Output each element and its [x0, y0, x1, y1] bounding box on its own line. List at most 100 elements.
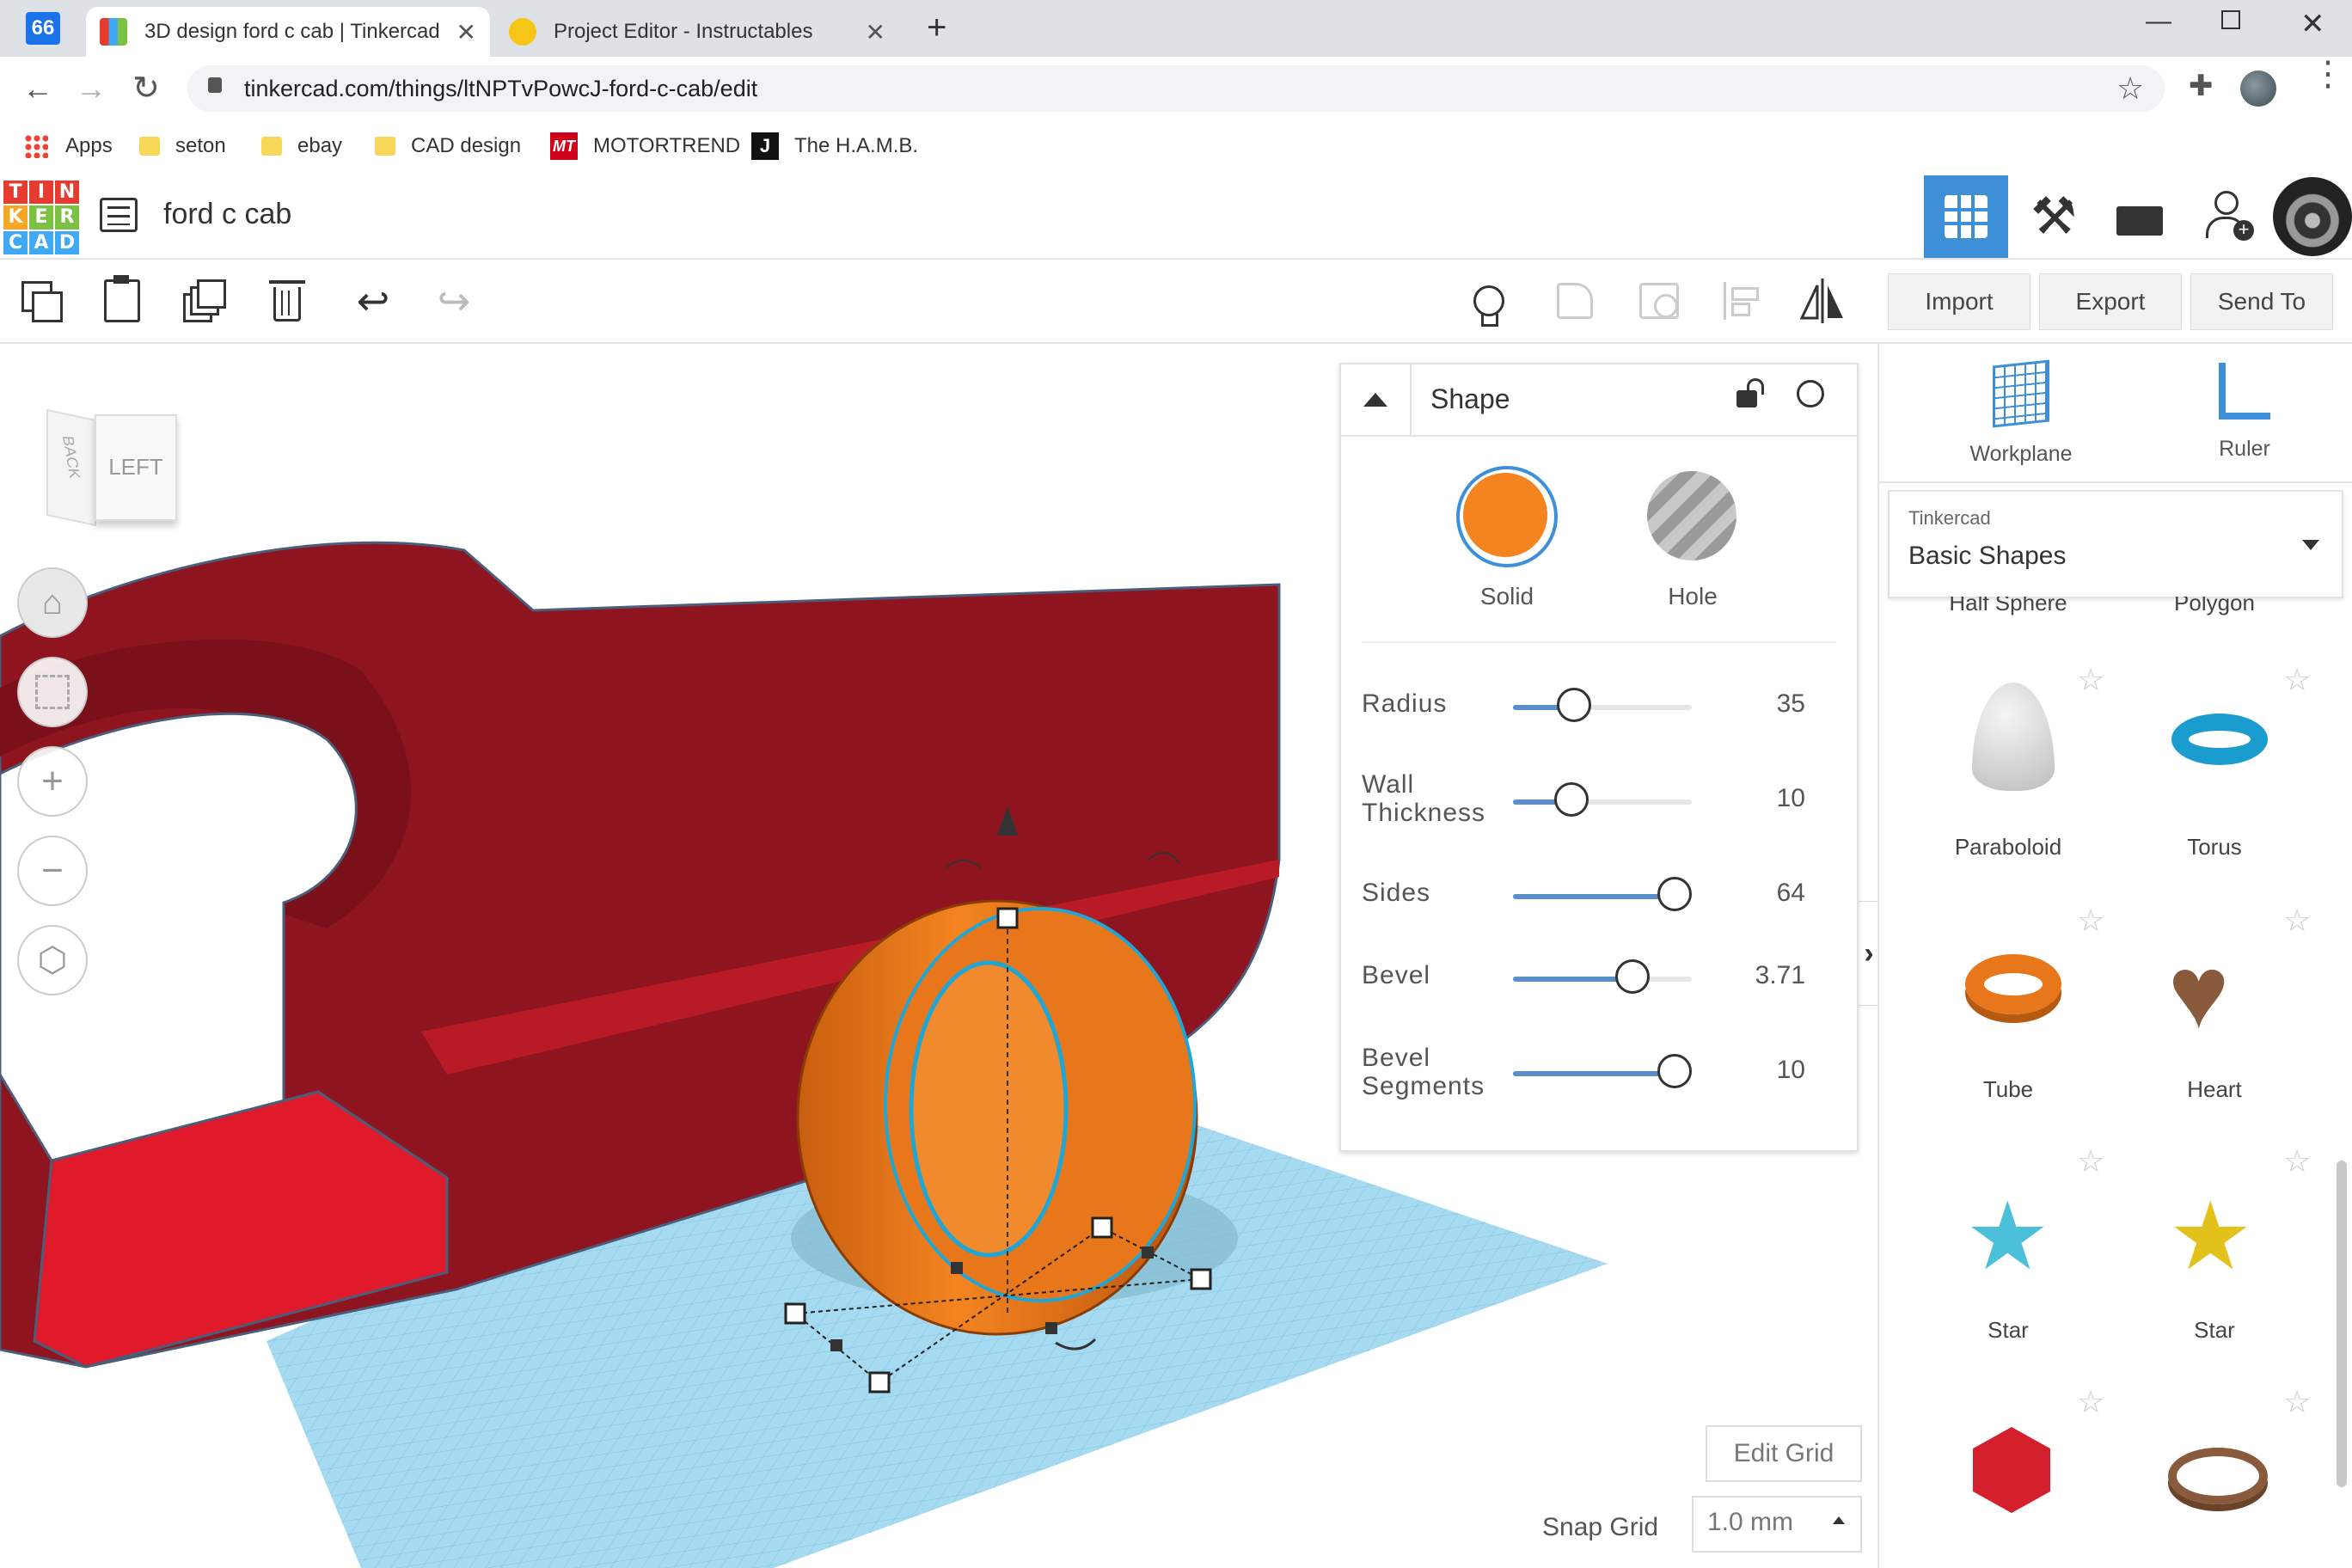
- wall-thickness-slider[interactable]: [1513, 782, 1692, 817]
- favorite-star-icon[interactable]: ☆: [2077, 1384, 2104, 1420]
- bookmark-star-icon[interactable]: ☆: [2116, 70, 2144, 107]
- import-button[interactable]: Import: [1888, 273, 2030, 330]
- shape-polygon[interactable]: Polygon: [2120, 597, 2309, 616]
- home-view-button[interactable]: ⌂: [17, 567, 88, 638]
- zoom-in-button[interactable]: +: [17, 746, 88, 817]
- torus-thumbnail[interactable]: [2171, 714, 2278, 775]
- close-tab-icon[interactable]: ✕: [456, 18, 476, 46]
- delete-trash-icon[interactable]: [260, 273, 315, 328]
- design-title[interactable]: ford c cab: [163, 198, 291, 231]
- bricks-icon[interactable]: [2098, 175, 2182, 258]
- hole-swatch[interactable]: [1647, 471, 1736, 560]
- codeblocks-pickaxe-icon[interactable]: ⚒: [2012, 175, 2096, 258]
- bookmark-motortrend[interactable]: MT MOTORTREND: [550, 129, 740, 163]
- close-tab-icon[interactable]: ✕: [866, 18, 885, 46]
- omnibox[interactable]: tinkercad.com/things/ltNPTvPowcJ-ford-c-…: [187, 65, 2165, 112]
- restore-icon[interactable]: [2221, 10, 2240, 29]
- align-icon[interactable]: [1714, 273, 1769, 328]
- extensions-puzzle-icon[interactable]: ✚: [2189, 69, 2214, 103]
- copy-icon[interactable]: [14, 273, 69, 328]
- ring-thumbnail[interactable]: [2168, 1448, 2271, 1516]
- wall-thickness-value[interactable]: 10: [1777, 784, 1805, 813]
- workplane-button[interactable]: Workplane: [1931, 359, 2111, 473]
- bookmark-cad-design[interactable]: CAD design: [375, 129, 521, 163]
- paraboloid-thumbnail[interactable]: [1970, 683, 2056, 803]
- radius-slider[interactable]: [1513, 688, 1692, 722]
- shapes-scroll-area[interactable]: Half Sphere Polygon ☆ ☆ Paraboloid Torus…: [1879, 597, 2343, 1568]
- shape-heart[interactable]: Heart: [2120, 1076, 2309, 1103]
- perspective-button[interactable]: ⬡: [17, 925, 88, 995]
- send-to-button[interactable]: Send To: [2190, 273, 2333, 330]
- tube-thumbnail[interactable]: [1965, 954, 2065, 1032]
- slider-knob[interactable]: [1557, 688, 1592, 722]
- slider-knob[interactable]: [1553, 782, 1589, 817]
- favorite-star-icon[interactable]: ☆: [2283, 1384, 2311, 1420]
- cube-face-left[interactable]: LEFT: [95, 414, 177, 521]
- 3d-design-view-button[interactable]: [1924, 175, 2008, 258]
- redo-icon[interactable]: ↪: [426, 273, 481, 328]
- fit-view-button[interactable]: [17, 657, 88, 727]
- shape-star[interactable]: Star: [1914, 1317, 2103, 1344]
- slider-knob[interactable]: [1657, 877, 1692, 911]
- tab-instructables[interactable]: Project Editor - Instructables ✕: [495, 7, 899, 57]
- slider-knob[interactable]: [1615, 959, 1651, 994]
- icosahedron-thumbnail[interactable]: [1969, 1427, 2063, 1522]
- close-window-icon[interactable]: ✕: [2300, 7, 2325, 41]
- notes-lightbulb-icon[interactable]: [1461, 273, 1516, 328]
- collapse-panel-button[interactable]: ›: [1857, 901, 1877, 1006]
- undo-icon[interactable]: ↩: [346, 273, 401, 328]
- cube-face-back[interactable]: BACK: [46, 408, 96, 527]
- shape-torus[interactable]: Torus: [2120, 834, 2309, 861]
- zoom-out-button[interactable]: −: [17, 836, 88, 906]
- view-cube[interactable]: BACK LEFT: [46, 401, 177, 530]
- user-avatar[interactable]: [2273, 177, 2352, 256]
- radius-value[interactable]: 35: [1777, 689, 1805, 719]
- lock-open-icon[interactable]: [1736, 378, 1764, 407]
- bevel-slider[interactable]: [1513, 959, 1692, 994]
- favorite-star-icon[interactable]: ☆: [2283, 662, 2311, 698]
- favorite-star-icon[interactable]: ☆: [2077, 903, 2104, 939]
- extension-badge[interactable]: 66: [26, 12, 60, 45]
- paste-icon[interactable]: [95, 273, 150, 328]
- sides-value[interactable]: 64: [1777, 879, 1805, 908]
- group-icon[interactable]: [1547, 273, 1602, 328]
- solid-color-swatch[interactable]: [1456, 466, 1558, 567]
- shape-star[interactable]: Star: [2120, 1317, 2309, 1344]
- shape-paraboloid[interactable]: Paraboloid: [1914, 834, 2103, 861]
- ruler-button[interactable]: Ruler: [2154, 363, 2335, 473]
- bookmark-apps[interactable]: Apps: [24, 129, 113, 163]
- favorite-star-icon[interactable]: ☆: [2283, 1143, 2311, 1179]
- star-yellow-thumbnail[interactable]: ★: [2168, 1190, 2271, 1284]
- slider-knob[interactable]: [1657, 1054, 1692, 1088]
- bookmark-ebay[interactable]: ebay: [261, 129, 342, 163]
- forward-arrow-icon[interactable]: →: [76, 70, 107, 107]
- minimize-icon[interactable]: —: [2146, 7, 2171, 36]
- bevel-segments-value[interactable]: 10: [1777, 1056, 1805, 1085]
- library-select[interactable]: Tinkercad Basic Shapes: [1888, 490, 2343, 598]
- bookmark-hamb[interactable]: J The H.A.M.B.: [751, 129, 918, 163]
- export-button[interactable]: Export: [2039, 273, 2182, 330]
- tinkercad-logo[interactable]: T I N K E R C A D: [3, 181, 79, 254]
- shape-half-sphere[interactable]: Half Sphere: [1914, 597, 2103, 616]
- hide-lightbulb-icon[interactable]: [1797, 380, 1824, 407]
- bevel-value[interactable]: 3.71: [1755, 961, 1805, 990]
- duplicate-icon[interactable]: [177, 273, 232, 328]
- bookmark-seton[interactable]: seton: [139, 129, 226, 163]
- back-arrow-icon[interactable]: ←: [22, 70, 53, 107]
- favorite-star-icon[interactable]: ☆: [2077, 1143, 2104, 1179]
- tab-tinkercad[interactable]: 3D design ford c cab | Tinkercad ✕: [86, 7, 490, 57]
- new-tab-plus-icon[interactable]: +: [927, 9, 946, 47]
- shapes-scrollbar[interactable]: [2337, 1161, 2347, 1487]
- profile-avatar[interactable]: [2240, 70, 2276, 107]
- ungroup-icon[interactable]: [1632, 273, 1687, 328]
- mirror-icon[interactable]: [1795, 273, 1850, 328]
- edit-grid-button[interactable]: Edit Grid: [1706, 1425, 1862, 1482]
- shape-tube[interactable]: Tube: [1914, 1076, 2103, 1103]
- snap-grid-select[interactable]: 1.0 mm: [1692, 1496, 1862, 1553]
- bevel-segments-slider[interactable]: [1513, 1054, 1692, 1088]
- star-teal-thumbnail[interactable]: ★: [1965, 1190, 2068, 1284]
- chrome-menu-icon[interactable]: ⋮: [2311, 57, 2345, 91]
- design-list-icon[interactable]: [100, 198, 138, 232]
- favorite-star-icon[interactable]: ☆: [2283, 903, 2311, 939]
- collapse-inspector-button[interactable]: [1341, 364, 1412, 435]
